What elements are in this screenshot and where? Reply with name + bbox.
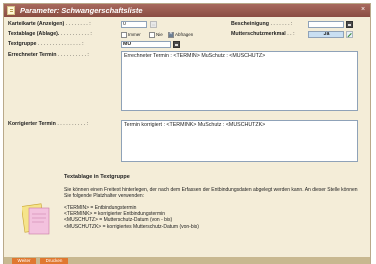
- errechneter-termin-dots: . . . . . . . . . . :: [56, 52, 89, 58]
- korrigierter-termin-label: Korrigierter Termin . . . . . . . . . . …: [8, 121, 88, 127]
- textablage-dots: . . . . . . . . . . :: [59, 31, 92, 37]
- window-title: Parameter: Schwangerschaftsliste: [20, 6, 143, 15]
- bescheinigung-label: Bescheinigung . . . . . . . :: [231, 21, 293, 27]
- karteikarte-input[interactable]: 0: [121, 21, 147, 28]
- mutterschutz-label-text: Mutterschutzmerkmal: [231, 31, 286, 37]
- korrigierter-termin-dots: . . . . . . . . . . :: [55, 121, 89, 127]
- parameter-window: Parameter: Schwangerschaftsliste × Karte…: [3, 3, 371, 264]
- edit-icon[interactable]: [346, 31, 353, 38]
- textablage-label: Textablage (Ablage). . . . . . . . . . .…: [8, 31, 92, 37]
- textablage-immer-label: Immer: [128, 32, 141, 37]
- textablage-label-text: Textablage (Ablage).: [8, 31, 60, 37]
- errechneter-termin-textarea[interactable]: Errechneter Termin : <TERMIN> MuSchutz :…: [121, 51, 358, 111]
- korrigierter-termin-label-text: Korrigierter Termin: [8, 121, 56, 127]
- mutterschutz-select[interactable]: Ja: [308, 31, 344, 38]
- textablage-abfragen-checkbox[interactable]: [168, 31, 174, 38]
- weiter-tab[interactable]: Weiter: [12, 258, 36, 264]
- karteikarte-picker-button[interactable]: [150, 21, 157, 28]
- karteikarte-label: Karteikarte (Anzeigen) . . . . . . . . :: [8, 21, 91, 27]
- drucken-tab[interactable]: Drucken: [40, 258, 68, 264]
- textablage-nie-checkbox[interactable]: [149, 32, 155, 38]
- korrigierter-termin-textarea[interactable]: Termin korrigiert : <TERMINK> MuSchutz :…: [121, 120, 358, 162]
- title-bar: Parameter: Schwangerschaftsliste ×: [4, 4, 370, 17]
- document-icon: [7, 6, 15, 15]
- sticky-notes-icon: [22, 203, 50, 235]
- textgruppe-label: Textgruppe . . . . . . . . . . . . . . .…: [8, 41, 84, 47]
- placeholder-list: <TERMIN> = Entbindungstermin <TERMINK> =…: [64, 205, 364, 230]
- mutterschutz-label: Mutterschutzmerkmal . . :: [231, 31, 295, 37]
- karteikarte-label-text: Karteikarte (Anzeigen): [8, 21, 65, 27]
- karteikarte-dots: . . . . . . . . :: [64, 21, 91, 27]
- placeholder-item: <MUSCHUTZK> = korrigiertes Mutterschutz-…: [64, 223, 199, 230]
- textablage-abfragen-label: Abfragen: [175, 32, 194, 37]
- textgruppe-picker-button[interactable]: [173, 41, 180, 48]
- errechneter-termin-label: Errechneter Termin . . . . . . . . . . :: [8, 52, 89, 58]
- textgruppe-dots: . . . . . . . . . . . . . . . :: [36, 41, 84, 47]
- bescheinigung-input[interactable]: [308, 21, 344, 28]
- errechneter-termin-label-text: Errechneter Termin: [8, 52, 57, 58]
- close-button[interactable]: ×: [360, 6, 366, 13]
- bescheinigung-dots: . . . . . . . :: [268, 21, 293, 27]
- textablage-immer-checkbox[interactable]: [121, 32, 127, 38]
- mutterschutz-dots: . . :: [285, 31, 295, 37]
- bescheinigung-picker-button[interactable]: [346, 21, 353, 28]
- textgruppe-input[interactable]: MU: [121, 41, 171, 48]
- textgruppe-label-text: Textgruppe: [8, 41, 37, 47]
- textablage-nie-label: Nie: [156, 32, 163, 37]
- info-description: Sie können einen Freitext hinterlegen, d…: [64, 187, 358, 199]
- info-title: Textablage in Textgruppe: [64, 174, 130, 180]
- bescheinigung-label-text: Bescheinigung: [231, 21, 269, 27]
